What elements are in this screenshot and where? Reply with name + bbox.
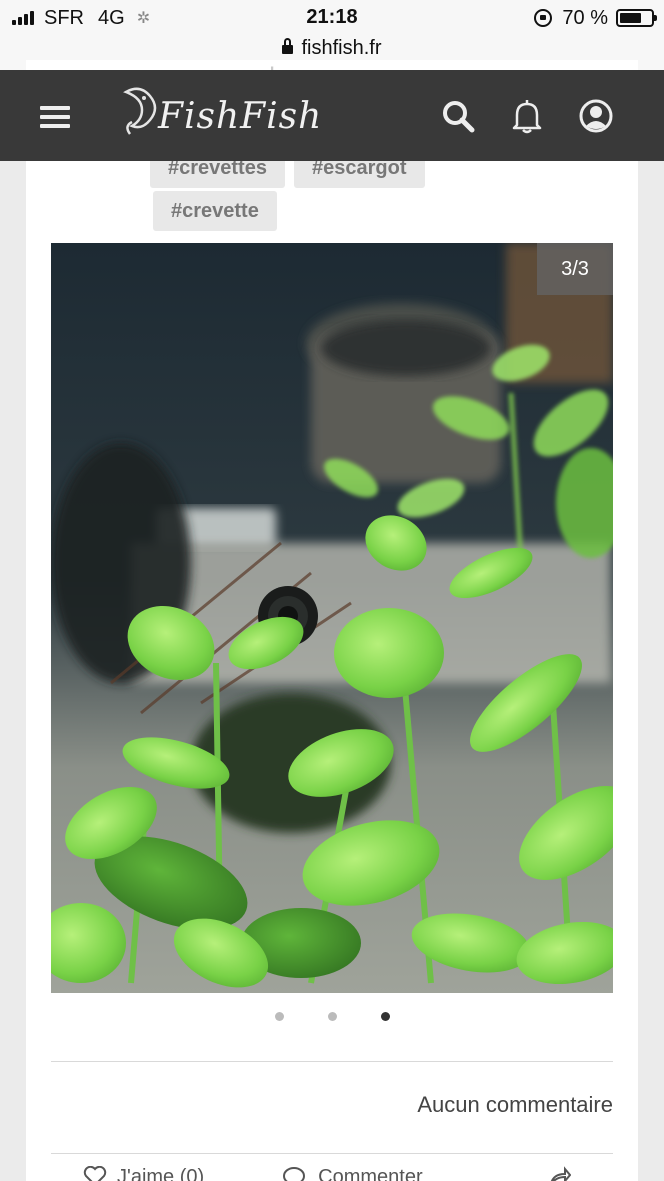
- comments-count[interactable]: Aucun commentaire: [417, 1092, 613, 1118]
- post-card: par avance! #crevettes #escargot #crevet…: [26, 60, 638, 1181]
- bell-icon[interactable]: [509, 98, 545, 134]
- share-button[interactable]: [549, 1166, 571, 1181]
- like-button[interactable]: J'aime (0): [83, 1166, 204, 1181]
- battery-icon: [616, 9, 657, 27]
- search-icon[interactable]: [440, 98, 476, 134]
- lock-icon: [282, 38, 294, 56]
- comment-label: Commenter: [318, 1166, 423, 1181]
- battery-percent: 70 %: [562, 6, 608, 29]
- comment-button[interactable]: Commenter: [282, 1166, 423, 1181]
- share-icon: [550, 1166, 571, 1181]
- carousel-counter: 3/3: [537, 243, 613, 295]
- carousel-dot-active[interactable]: [380, 1012, 390, 1021]
- divider: [51, 1153, 613, 1154]
- address-bar[interactable]: fishfish.fr: [0, 36, 664, 60]
- aquarium-plants-image: [51, 243, 613, 993]
- rotation-lock-icon: [534, 9, 553, 27]
- carousel-dot[interactable]: [274, 1012, 284, 1021]
- comment-icon: [283, 1167, 306, 1181]
- carousel-dot[interactable]: [327, 1012, 337, 1021]
- user-icon[interactable]: [578, 98, 614, 134]
- tag-chip[interactable]: #crevette: [153, 191, 277, 231]
- site-header: FishFish: [0, 70, 664, 161]
- like-label: J'aime (0): [117, 1166, 205, 1181]
- carousel-dots: [26, 1012, 638, 1021]
- post-actions: J'aime (0) Commenter: [51, 1166, 613, 1181]
- divider: [51, 1061, 613, 1062]
- heart-icon: [83, 1166, 107, 1181]
- url-text: fishfish.fr: [301, 36, 382, 59]
- site-logo[interactable]: FishFish: [120, 82, 323, 146]
- logo-text: FishFish: [158, 96, 323, 137]
- post-photo[interactable]: 3/3: [51, 243, 613, 993]
- menu-icon[interactable]: [40, 106, 70, 128]
